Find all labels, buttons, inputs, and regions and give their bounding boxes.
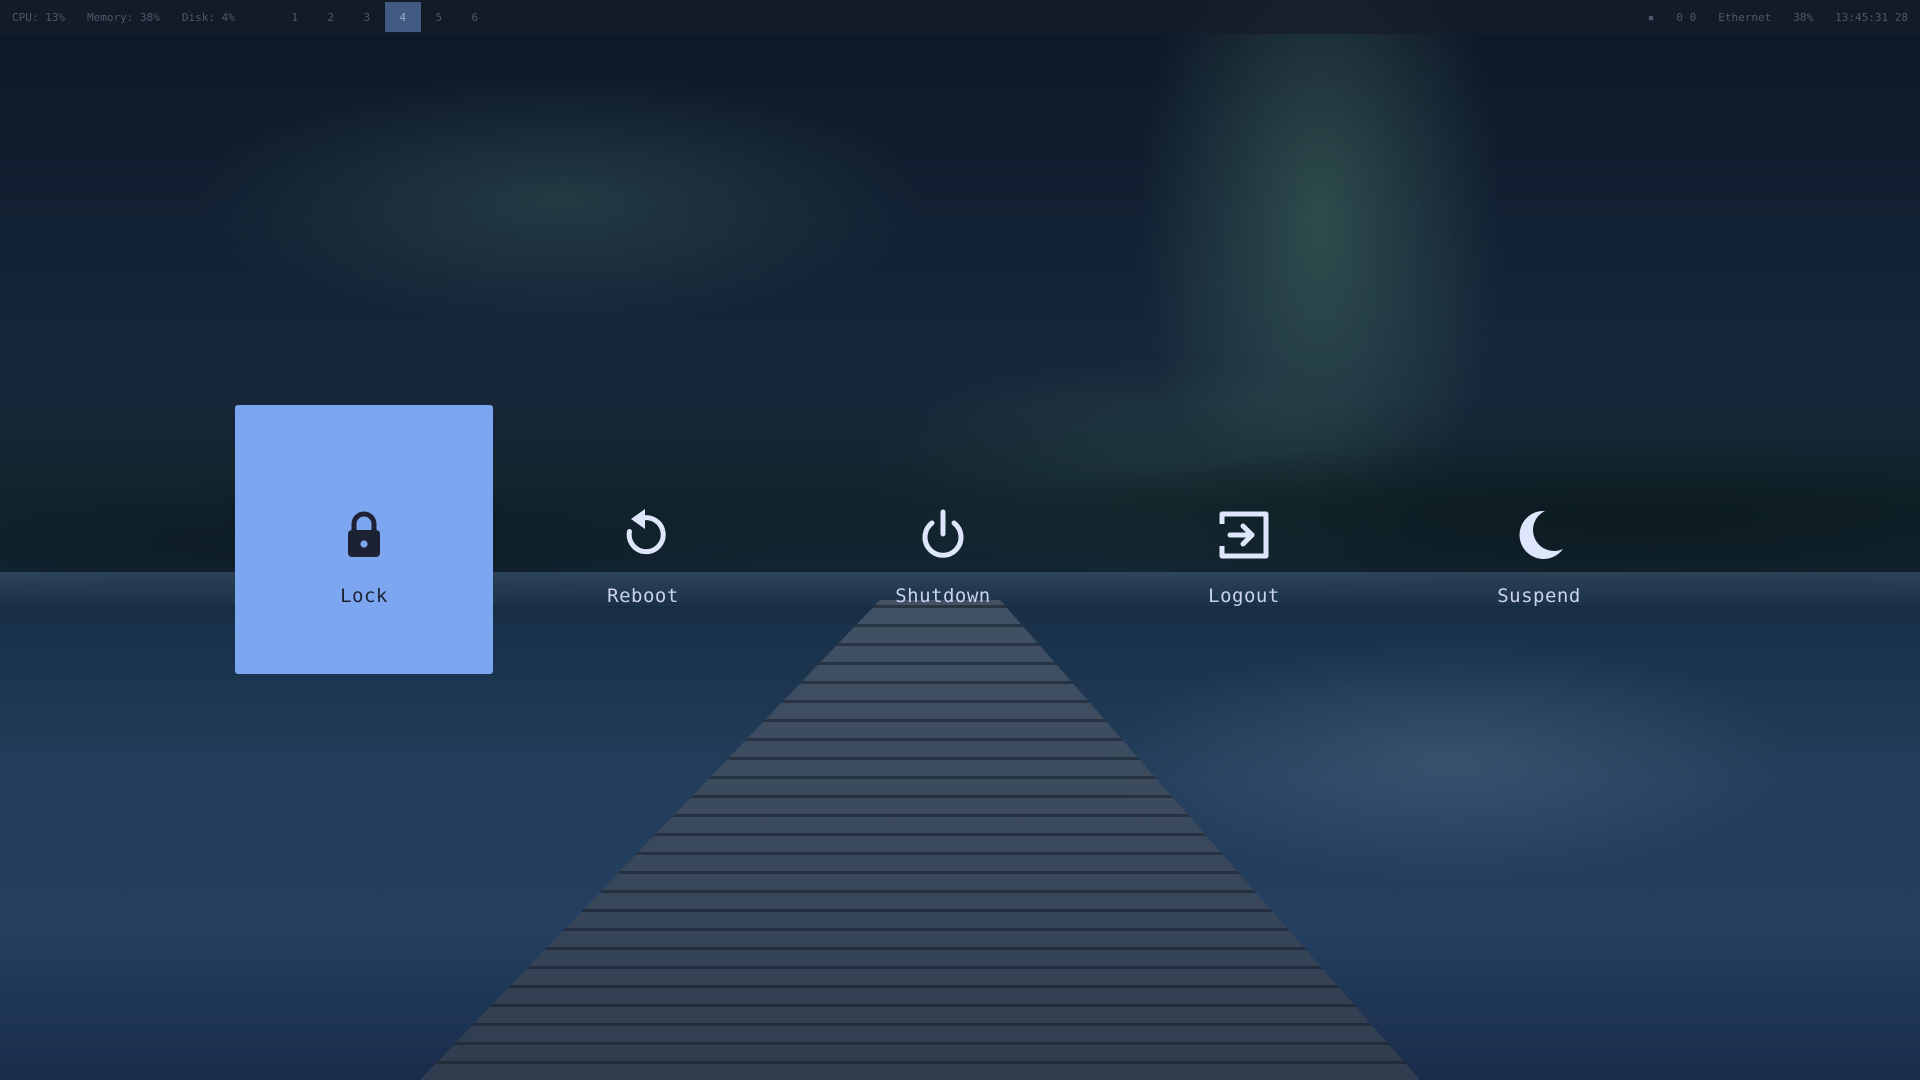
power-menu: Lock Reboot Shutdown Logout Suspend bbox=[0, 0, 1920, 1080]
suspend-button[interactable]: Suspend bbox=[1410, 405, 1668, 674]
lock-icon bbox=[336, 507, 392, 563]
power-icon bbox=[915, 507, 971, 563]
reboot-icon bbox=[615, 507, 671, 563]
suspend-label: Suspend bbox=[1497, 585, 1581, 607]
shutdown-label: Shutdown bbox=[895, 585, 991, 607]
moon-icon bbox=[1511, 507, 1567, 563]
logout-label: Logout bbox=[1208, 585, 1280, 607]
logout-button[interactable]: Logout bbox=[1115, 405, 1373, 674]
shutdown-button[interactable]: Shutdown bbox=[814, 405, 1072, 674]
reboot-button[interactable]: Reboot bbox=[514, 405, 772, 674]
lock-label: Lock bbox=[340, 585, 388, 607]
reboot-label: Reboot bbox=[607, 585, 679, 607]
logout-icon bbox=[1216, 507, 1272, 563]
lock-button[interactable]: Lock bbox=[235, 405, 493, 674]
